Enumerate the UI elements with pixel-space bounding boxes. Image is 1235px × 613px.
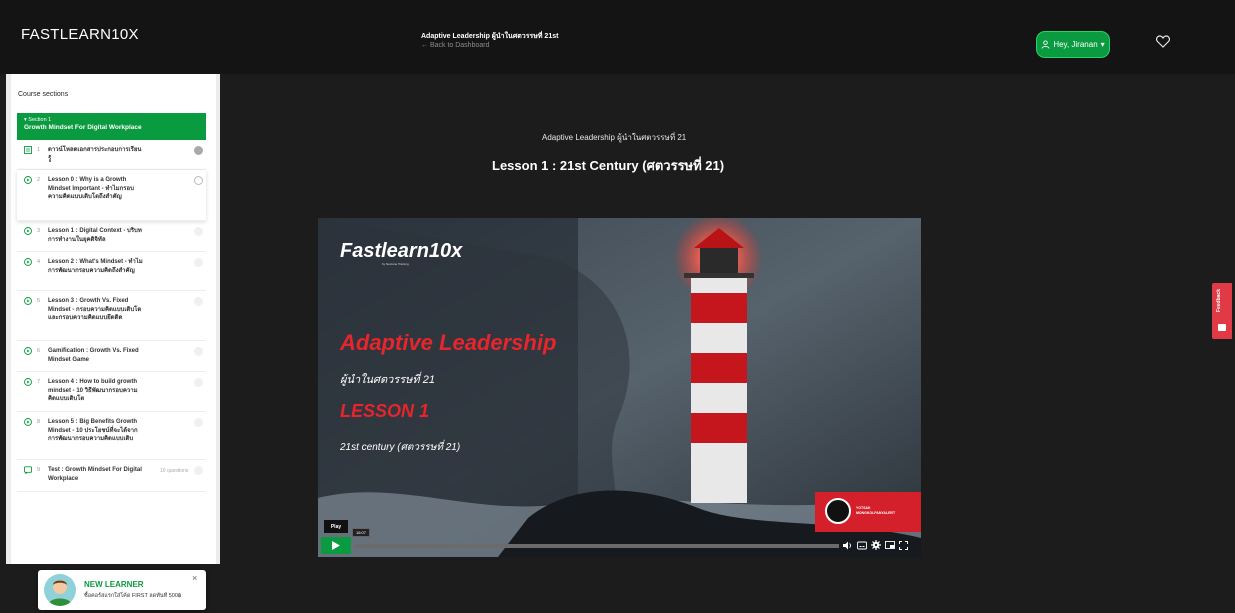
presenter-badge: YOTSAK MONGKOLPANYALERT bbox=[815, 492, 921, 532]
new-learner-promo[interactable]: NEW LEARNER ซื้อคอร์สแรกใส่โค้ด FIRST ลด… bbox=[38, 570, 206, 610]
lesson-title: Test : Growth Mindset For Digital Workpl… bbox=[48, 467, 142, 482]
lesson-number: 3 bbox=[37, 228, 41, 234]
chevron-down-icon: ▾ bbox=[1100, 40, 1105, 49]
lesson-title: Lesson 3 : Growth Vs. Fixed Mindset - กร… bbox=[48, 298, 142, 321]
presenter-name: YOTSAK MONGKOLPANYALERT bbox=[856, 506, 896, 515]
section-1-header[interactable]: ▾ Section 1 Growth Mindset For Digital W… bbox=[17, 113, 206, 140]
quiz-icon bbox=[24, 466, 32, 474]
lesson-title: Lesson 5 : Big Benefits Growth Mindset -… bbox=[48, 419, 138, 442]
play-circle-icon bbox=[24, 227, 32, 235]
lesson-item[interactable]: 9 Test : Growth Mindset For Digital Work… bbox=[17, 460, 206, 492]
lesson-list: 1 ดาวน์โหลดเอกสารประกอบการเรียนรู้ 2 Les… bbox=[17, 140, 206, 492]
lesson-title: Gamification : Growth Vs. Fixed Mindset … bbox=[48, 348, 139, 363]
lesson-title: Lesson 2 : What's Mindset - ทำไมการพัฒนา… bbox=[48, 259, 143, 274]
play-circle-icon bbox=[24, 176, 32, 184]
status-dot-icon bbox=[194, 227, 203, 236]
mascot-avatar bbox=[44, 574, 76, 606]
lesson-number: 2 bbox=[37, 177, 41, 183]
lesson-number: 8 bbox=[37, 419, 41, 425]
lesson-number: 1 bbox=[37, 147, 41, 153]
lesson-item[interactable]: 1 ดาวน์โหลดเอกสารประกอบการเรียนรู้ bbox=[17, 140, 206, 170]
section-title: Growth Mindset For Digital Workplace bbox=[24, 124, 142, 131]
lesson-item-active[interactable]: 2 Lesson 0 : Why is a Growth Mindset Imp… bbox=[17, 170, 206, 221]
course-sidebar-panel: Course sections ▾ Section 1 Growth Minds… bbox=[11, 74, 216, 564]
progress-ring-icon bbox=[194, 176, 203, 185]
lesson-number: 4 bbox=[37, 259, 41, 265]
user-icon bbox=[1041, 40, 1050, 49]
top-header: FASTLEARN10X Adaptive Leadership ผู้นำใน… bbox=[0, 0, 1235, 74]
lesson-course-subtitle: Adaptive Leadership ผู้นำในศตวรรษที่ 21 bbox=[542, 133, 687, 142]
fullscreen-icon[interactable] bbox=[899, 540, 908, 550]
status-dot-icon bbox=[194, 466, 203, 475]
status-dot-icon bbox=[194, 347, 203, 356]
promo-title: NEW LEARNER bbox=[84, 580, 144, 589]
feedback-tab[interactable]: Feedback bbox=[1212, 283, 1232, 339]
section-number: ▾ Section 1 bbox=[24, 117, 52, 123]
time-tooltip: 16:07 bbox=[352, 528, 370, 537]
lesson-heading: Lesson 1 : 21st Century (ศตวรรษที่ 21) bbox=[492, 158, 725, 173]
play-circle-icon bbox=[24, 378, 32, 386]
course-sections-heading: Course sections bbox=[18, 91, 69, 98]
lesson-item[interactable]: 3 Lesson 1 : Digital Context - บริบทการท… bbox=[17, 221, 206, 252]
lesson-number: 6 bbox=[37, 348, 41, 354]
user-menu-label: Hey, Jiranan bbox=[1053, 40, 1098, 49]
status-dot-icon bbox=[194, 418, 203, 427]
question-count: 10 questions bbox=[160, 468, 189, 474]
lesson-item[interactable]: 4 Lesson 2 : What's Mindset - ทำไมการพัฒ… bbox=[17, 252, 206, 291]
lesson-title: ดาวน์โหลดเอกสารประกอบการเรียนรู้ bbox=[48, 147, 142, 162]
lesson-item[interactable]: 5 Lesson 3 : Growth Vs. Fixed Mindset - … bbox=[17, 291, 206, 341]
completed-check-icon bbox=[194, 146, 203, 155]
lesson-number: 9 bbox=[37, 467, 41, 473]
picture-in-picture-icon[interactable] bbox=[885, 540, 895, 550]
play-tooltip: Play bbox=[324, 520, 348, 533]
captions-icon[interactable] bbox=[857, 541, 867, 550]
play-circle-icon bbox=[24, 258, 32, 266]
close-icon[interactable]: × bbox=[192, 573, 197, 583]
document-icon bbox=[24, 146, 32, 154]
lesson-title: Lesson 0 : Why is a Growth Mindset Impor… bbox=[48, 177, 134, 200]
video-brand-logo: Fastlearn10x bbox=[340, 240, 463, 262]
lesson-item[interactable]: 8 Lesson 5 : Big Benefits Growth Mindset… bbox=[17, 412, 206, 460]
lesson-item[interactable]: 7 Lesson 4 : How to build growth mindset… bbox=[17, 372, 206, 412]
play-icon bbox=[332, 541, 340, 550]
presenter-photo bbox=[825, 498, 851, 524]
video-player[interactable]: Fastlearn10x by Nextone Training Adaptiv… bbox=[318, 218, 921, 557]
progress-bar[interactable] bbox=[355, 544, 839, 548]
player-controls bbox=[843, 539, 919, 551]
site-logo[interactable]: FASTLEARN10X bbox=[21, 26, 139, 43]
lesson-number: 5 bbox=[37, 298, 41, 304]
feedback-icon bbox=[1218, 324, 1226, 331]
course-title: Adaptive Leadership ผู้นำในศตวรรษที่ 21s… bbox=[421, 33, 559, 40]
back-to-dashboard-link[interactable]: ← Back to Dashboard bbox=[421, 42, 489, 49]
promo-text: ซื้อคอร์สแรกใส่โค้ด FIRST ลดทันที 500฿ bbox=[84, 593, 182, 599]
user-menu-button[interactable]: Hey, Jiranan ▾ bbox=[1036, 31, 1110, 58]
play-button[interactable] bbox=[321, 537, 351, 554]
volume-icon[interactable] bbox=[843, 541, 853, 550]
play-circle-icon bbox=[24, 297, 32, 305]
page: FASTLEARN10X Adaptive Leadership ผู้นำใน… bbox=[0, 0, 1235, 613]
heart-icon[interactable] bbox=[1156, 35, 1170, 48]
video-title: Adaptive Leadership bbox=[340, 330, 557, 355]
status-dot-icon bbox=[194, 378, 203, 387]
lesson-title: Lesson 4 : How to build growth mindset -… bbox=[48, 379, 138, 402]
lesson-number: 7 bbox=[37, 379, 41, 385]
lesson-item[interactable]: 6 Gamification : Growth Vs. Fixed Mindse… bbox=[17, 341, 206, 372]
lesson-title: Lesson 1 : Digital Context - บริบทการทำง… bbox=[48, 228, 142, 243]
play-circle-icon bbox=[24, 347, 32, 355]
video-lesson-subtitle: 21st century (ศตวรรษที่ 21) bbox=[340, 442, 461, 453]
feedback-label: Feedback bbox=[1216, 289, 1222, 313]
status-dot-icon bbox=[194, 297, 203, 306]
course-sidebar: Course sections ▾ Section 1 Growth Minds… bbox=[6, 74, 220, 564]
video-title-thai: ผู้นำในศตวรรษที่ 21 bbox=[340, 374, 435, 386]
settings-gear-icon[interactable] bbox=[871, 540, 881, 550]
video-lesson-number: LESSON 1 bbox=[340, 401, 430, 421]
video-brand-sub: by Nextone Training bbox=[382, 262, 409, 266]
play-circle-icon bbox=[24, 418, 32, 426]
status-dot-icon bbox=[194, 258, 203, 267]
